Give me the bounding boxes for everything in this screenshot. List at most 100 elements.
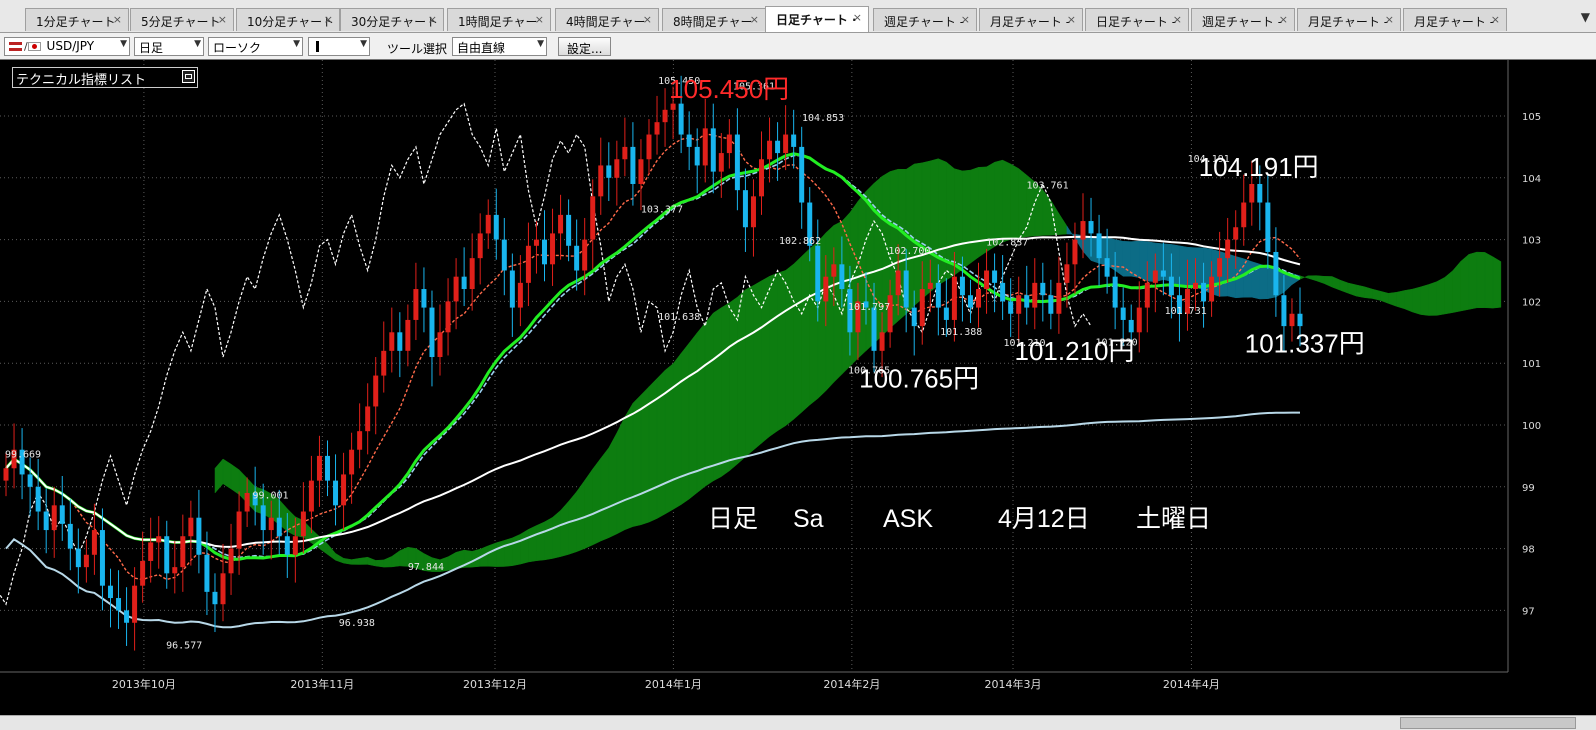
candle-body [3, 468, 9, 481]
close-icon[interactable]: × [1173, 13, 1182, 26]
candle-body [871, 307, 877, 351]
ichimoku-cloud-segment [1323, 276, 1333, 288]
candle-body [992, 270, 998, 283]
period-select[interactable]: 日足 ▼ [134, 37, 204, 56]
currency-pair-select[interactable]: / USD/JPY ▼ [4, 37, 130, 56]
ichimoku-cloud-segment [600, 447, 610, 542]
ichimoku-cloud-segment [624, 402, 634, 531]
toggle-panel-icon[interactable] [182, 70, 195, 83]
candle-body [373, 375, 379, 407]
ichimoku-cloud-segment [1114, 239, 1124, 277]
candle-body [485, 214, 491, 234]
ichimoku-cloud-segment [1484, 251, 1494, 309]
chart-type-select[interactable]: ローソク ▼ [208, 37, 303, 56]
candle-body [638, 159, 644, 184]
candle-body [951, 276, 957, 320]
drawing-tool-select[interactable]: 自由直線 ▼ [452, 37, 547, 56]
tab-4[interactable]: 30分足チャート × [340, 8, 444, 31]
tab-5[interactable]: 1時間足チャー × [447, 8, 551, 31]
tab-label: 月足チャート - [990, 15, 1071, 29]
price-label: 99.669 [5, 449, 41, 460]
ichimoku-cloud-segment [930, 158, 939, 293]
tab-13[interactable]: 月足チャート - × [1297, 8, 1401, 31]
candle-body [99, 530, 105, 586]
candle-body [1281, 295, 1287, 327]
chevron-down-icon: ▼ [194, 39, 201, 49]
ichimoku-cloud-segment [552, 509, 561, 559]
close-icon[interactable]: × [643, 13, 652, 26]
ichimoku-cloud-segment [1307, 275, 1317, 282]
tab-12[interactable]: 週足チャート - × [1191, 8, 1295, 31]
close-icon[interactable]: × [1385, 13, 1394, 26]
technical-indicator-list[interactable]: テクニカル指標リスト [12, 67, 198, 88]
price-label: 99.001 [252, 491, 288, 502]
tab-6[interactable]: 4時間足チャー × [555, 8, 659, 31]
ichimoku-cloud-segment [825, 224, 835, 392]
candle-body [911, 307, 917, 327]
tab-8[interactable]: 日足チャート · × [765, 6, 869, 32]
close-icon[interactable]: × [428, 13, 437, 26]
candle-body [188, 517, 194, 537]
horizontal-scrollbar[interactable] [0, 715, 1596, 730]
candle-body [124, 610, 130, 623]
tab-14[interactable]: 月足チャート - × [1403, 8, 1507, 31]
tab-11[interactable]: 日足チャート - × [1085, 8, 1189, 31]
close-icon[interactable]: × [1491, 13, 1500, 26]
close-icon[interactable]: × [535, 13, 544, 26]
ichimoku-cloud-segment [222, 458, 232, 490]
chart-type-value: ローソク [213, 41, 262, 55]
close-icon[interactable]: × [218, 13, 227, 26]
ichimoku-cloud-segment [375, 559, 385, 568]
price-chart[interactable]: 105 104 103 102 101 100 99 98 97 2013年10月 2013年11月… [0, 60, 1596, 715]
ichimoku-cloud-segment [1227, 253, 1236, 299]
candle-body [517, 282, 523, 308]
candle-body [59, 505, 65, 524]
tab-9[interactable]: 週足チャート - × [873, 8, 977, 31]
candle-body [1024, 295, 1030, 308]
scrollbar-thumb[interactable] [1400, 717, 1576, 729]
candle-body [212, 591, 218, 605]
ichimoku-cloud-segment [1364, 286, 1373, 299]
tab-7[interactable]: 8時間足チャー × [662, 8, 766, 31]
candle-body [943, 307, 949, 320]
ichimoku-cloud-segment [1476, 251, 1486, 309]
candle-body [831, 264, 837, 277]
tab-3[interactable]: 10分足チャート × [236, 8, 340, 31]
ichimoku-cloud-segment [713, 307, 722, 482]
candle-body [1201, 282, 1207, 302]
candle-body [750, 196, 756, 228]
tab-2[interactable]: 5分足チャート × [130, 8, 234, 31]
ichimoku-cloud-segment [560, 500, 569, 557]
settings-button[interactable]: 設定... [558, 37, 612, 56]
close-icon[interactable]: × [324, 13, 333, 26]
us-flag-icon [9, 42, 22, 51]
ichimoku-cloud-segment [801, 248, 810, 413]
tab-menu-icon[interactable]: ▼ [1581, 10, 1590, 24]
candle-body [421, 289, 427, 308]
ichimoku-cloud-segment [391, 550, 401, 568]
close-icon[interactable]: × [1279, 13, 1288, 26]
close-icon[interactable]: × [750, 13, 759, 26]
close-icon[interactable]: × [1067, 13, 1076, 26]
ichimoku-cloud-segment [230, 463, 240, 495]
candle-body [204, 554, 210, 592]
price-label: 97.844 [408, 562, 444, 573]
close-icon[interactable]: × [853, 11, 862, 24]
candle-body [1048, 295, 1054, 314]
candle-body [116, 598, 122, 611]
candle-body [43, 511, 49, 531]
candle-body [509, 270, 515, 308]
candle-body [791, 134, 797, 147]
candle-body [83, 554, 89, 568]
close-icon[interactable]: × [113, 13, 122, 26]
tab-10[interactable]: 月足チャート - × [979, 8, 1083, 31]
close-icon[interactable]: × [961, 13, 970, 26]
candle-body [1088, 221, 1094, 234]
candle-body [292, 536, 298, 555]
price-annotation: 105.450円 [669, 74, 789, 104]
candle-style-select[interactable]: ▼ [308, 37, 370, 56]
tab-1[interactable]: 1分足チャート × [25, 8, 129, 31]
ichimoku-cloud-segment [785, 263, 794, 427]
price-label: 103.761 [1026, 181, 1068, 192]
candle-body [935, 282, 941, 308]
